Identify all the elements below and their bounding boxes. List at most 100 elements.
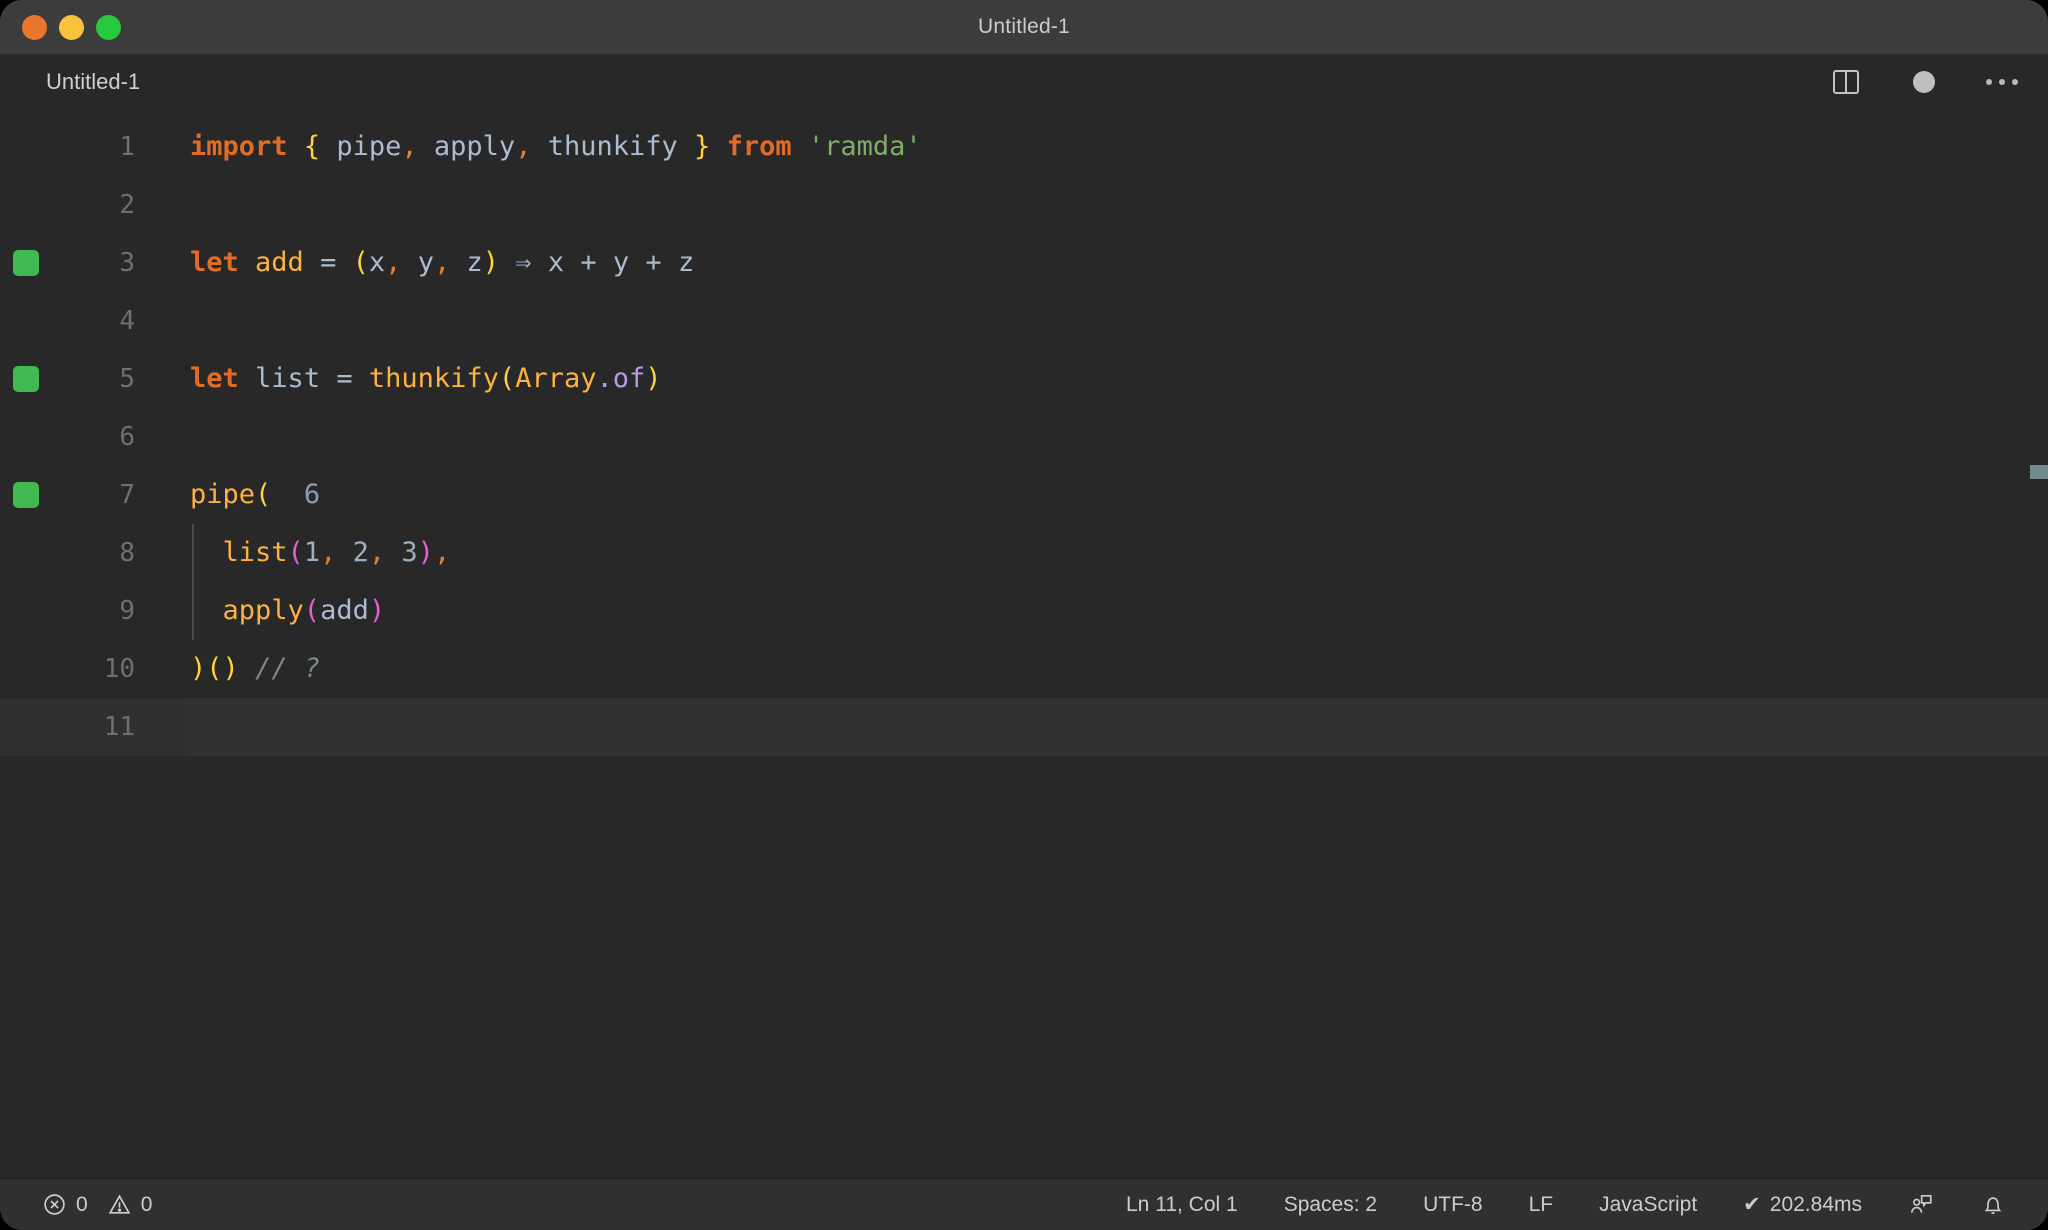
unsaved-dot-icon [1913, 71, 1935, 93]
line-number: 10 [103, 654, 135, 684]
token-paren-open: ( [498, 363, 516, 394]
token-paren-close: ) [368, 595, 386, 626]
error-count: 0 [76, 1192, 88, 1216]
code-line-8: 8 list(1, 2, 3), [0, 524, 2048, 582]
token-dot-of: .of [596, 363, 646, 394]
line-number: 2 [119, 190, 135, 220]
token-comma: , [385, 247, 402, 278]
split-editor-icon [1833, 70, 1859, 94]
status-bar-left: 0 0 [36, 1192, 158, 1217]
token-paren-open: ( [206, 653, 223, 684]
line-content: apply(add) [190, 582, 386, 640]
problems-status-button[interactable]: 0 0 [36, 1192, 158, 1217]
error-circle-icon [44, 1194, 65, 1215]
status-bar-right: Ln 11, Col 1 Spaces: 2 UTF-8 LF JavaScri… [1120, 1192, 2012, 1218]
line-content: import { pipe, apply, thunkify } from 'r… [190, 118, 922, 176]
cursor-position-status[interactable]: Ln 11, Col 1 [1120, 1193, 1244, 1217]
indentation-status[interactable]: Spaces: 2 [1278, 1193, 1383, 1217]
warning-count: 0 [140, 1192, 153, 1216]
token-paren-open: ( [352, 247, 369, 278]
editor-actions [1830, 54, 2018, 110]
code-line-2: 2 [0, 176, 2048, 234]
editor-window: Untitled-1 Untitled-1 1 import { pipe, a… [0, 0, 2048, 1230]
more-actions-button[interactable] [1986, 66, 2018, 98]
token-x: x [547, 247, 565, 278]
token-z: z [466, 247, 483, 278]
line-number: 5 [119, 364, 135, 394]
token-z: z [677, 247, 695, 278]
token-thunkify: thunkify [547, 131, 678, 162]
overview-ruler[interactable] [2030, 110, 2048, 1178]
notifications-button[interactable] [1974, 1192, 2012, 1218]
token-comma: , [401, 131, 418, 162]
code-line-7: 7 pipe( 6 [0, 466, 2048, 524]
code-line-1: 1 import { pipe, apply, thunkify } from … [0, 118, 2048, 176]
token-paren-close: ) [417, 537, 434, 568]
token-comma: , [368, 537, 386, 568]
language-mode-status[interactable]: JavaScript [1593, 1193, 1703, 1217]
token-paren-open: ( [287, 537, 304, 568]
token-pipe: pipe [190, 479, 256, 510]
token-import: import [190, 131, 288, 162]
warning-triangle-icon [108, 1194, 130, 1214]
line-content: let list = thunkify(Array.of) [190, 350, 662, 408]
more-actions-icon [1986, 79, 2018, 85]
token-add: add [255, 247, 304, 278]
token-comma: , [433, 247, 451, 278]
close-window-button[interactable] [22, 14, 47, 40]
token-three: 3 [401, 537, 418, 568]
token-paren-open: ( [255, 479, 272, 510]
code-editor[interactable]: 1 import { pipe, apply, thunkify } from … [0, 110, 2048, 1178]
overview-ruler-mark [2030, 465, 2048, 479]
code-line-6: 6 [0, 408, 2048, 466]
line-content: pipe( 6 [190, 466, 320, 524]
token-equals: = [320, 247, 337, 278]
code-line-4: 4 [0, 292, 2048, 350]
token-brace-close: } [694, 131, 711, 162]
token-paren-close: ) [645, 363, 662, 394]
token-comma: , [433, 537, 451, 568]
token-from: from [726, 131, 792, 162]
token-paren-close: ) [222, 653, 239, 684]
token-brace-open: { [303, 131, 321, 162]
token-plus: + [580, 247, 597, 278]
line-content: )() // ? [190, 640, 320, 698]
quokka-check-icon: ✔ [1743, 1193, 1761, 1216]
token-apply: apply [433, 131, 516, 162]
code-line-10: 10 )() // ? [0, 640, 2048, 698]
line-number: 7 [119, 480, 135, 510]
token-arrow: ⇒ [515, 247, 532, 278]
tab-label: Untitled-1 [46, 69, 141, 94]
current-line-highlight [190, 698, 2048, 756]
tab-untitled-1[interactable]: Untitled-1 [0, 54, 167, 110]
token-y: y [612, 247, 630, 278]
token-ramda-string: 'ramda' [807, 131, 922, 162]
line-content: let add = (x, y, z) ⇒ x + y + z [190, 234, 694, 292]
token-one: 1 [303, 537, 321, 568]
eol-status[interactable]: LF [1523, 1193, 1560, 1217]
token-list: list [222, 537, 288, 568]
unsaved-indicator-button[interactable] [1908, 66, 1940, 98]
minimize-window-button[interactable] [59, 14, 84, 40]
encoding-status[interactable]: UTF-8 [1417, 1193, 1489, 1217]
window-title: Untitled-1 [978, 15, 1070, 38]
line-number: 4 [119, 306, 135, 336]
token-pipe: pipe [336, 131, 402, 162]
token-let: let [190, 247, 239, 278]
feedback-button[interactable] [1902, 1192, 1940, 1218]
window-titlebar: Untitled-1 [0, 0, 2048, 54]
line-number: 1 [119, 132, 135, 162]
token-plus: + [645, 247, 662, 278]
feedback-person-icon [1911, 1194, 1932, 1213]
split-editor-button[interactable] [1830, 66, 1862, 98]
quokka-inline-value: 6 [303, 479, 321, 510]
line-number: 6 [119, 422, 135, 452]
token-paren-close: ) [190, 653, 207, 684]
token-apply: apply [222, 595, 304, 626]
token-x: x [368, 247, 386, 278]
quokka-status[interactable]: ✔ 202.84ms [1737, 1192, 1868, 1217]
maximize-window-button[interactable] [96, 14, 121, 40]
code-line-9: 9 apply(add) [0, 582, 2048, 640]
line-number: 11 [103, 712, 135, 742]
line-number: 3 [119, 248, 135, 278]
